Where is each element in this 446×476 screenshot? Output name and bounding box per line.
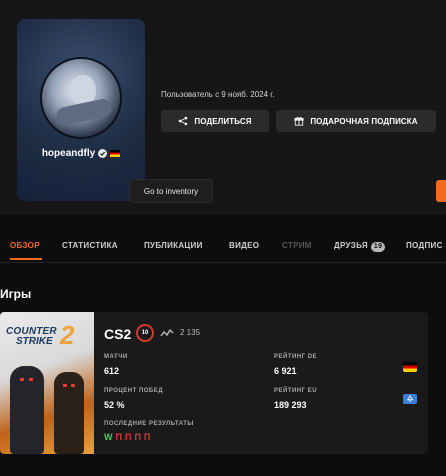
result-2: П [115, 432, 122, 442]
winrate-label: ПРОЦЕНТ ПОБЕД [104, 388, 164, 394]
tab-video[interactable]: ВИДЕО [229, 241, 259, 250]
inventory-tooltip[interactable]: Go to inventory [129, 179, 213, 203]
profile-tabs: ОБЗОР СТАТИСТИКА ПУБЛИКАЦИИ ВИДЕО СТРИМ … [0, 241, 446, 263]
share-icon [179, 116, 188, 126]
avatar[interactable] [40, 57, 122, 139]
flag-de-icon [110, 150, 121, 157]
flag-de-icon [403, 362, 417, 372]
username: hopeandfly [41, 148, 96, 159]
result-3: П [124, 432, 132, 442]
verified-icon [98, 149, 108, 158]
gift-icon [294, 116, 304, 126]
result-5: П [143, 432, 151, 442]
soldier-left [10, 366, 44, 454]
tab-overview[interactable]: ОБЗОР [10, 241, 40, 250]
skill-level-badge: 10 [136, 324, 154, 342]
share-button[interactable]: ПОДЕЛИТЬСЯ [161, 110, 269, 132]
active-tab-indicator [10, 258, 42, 260]
tab-publications[interactable]: ПУБЛИКАЦИИ [144, 241, 203, 250]
recent-results: W П П П П [104, 432, 150, 442]
rating-eu-label: РЕЙТИНГ EU [274, 388, 318, 394]
result-4: П [134, 432, 141, 442]
username-row: hopeandfly [17, 148, 145, 159]
rating-de-value: 6 921 [274, 366, 297, 376]
matches-label: МАТЧИ [104, 354, 128, 360]
game-name: CS2 [104, 326, 132, 342]
tab-stream[interactable]: СТРИМ [282, 241, 312, 250]
gift-subscription-button[interactable]: ПОДАРОЧНАЯ ПОДПИСКА [276, 110, 436, 132]
eu-region-icon [403, 394, 417, 404]
elo-value: 2 135 [180, 328, 201, 337]
share-label: ПОДЕЛИТЬСЯ [194, 116, 252, 126]
tabs-divider [0, 262, 446, 263]
elo-graph-icon [160, 328, 174, 337]
result-1: W [104, 432, 113, 442]
game-card-cs2[interactable]: COUNTER STRIKE 2 CS2 10 2 135 МАТЧИ 612 … [0, 312, 428, 454]
game-cover-image[interactable]: COUNTER STRIKE 2 [0, 312, 94, 454]
friends-count-badge: 19 [370, 242, 386, 252]
tab-statistics[interactable]: СТАТИСТИКА [62, 241, 118, 250]
avatar-card[interactable]: hopeandfly [17, 19, 145, 201]
matches-value: 612 [104, 366, 120, 376]
recent-results-label: ПОСЛЕДНИЕ РЕЗУЛЬТАТЫ [104, 421, 194, 427]
tab-friends[interactable]: ДРУЗЬЯ 19 [334, 241, 386, 252]
rating-eu-value: 189 293 [274, 400, 307, 410]
profile-header: hopeandfly Пользователь с 9 нояб. 2024 г… [0, 0, 446, 215]
winrate-value: 52 % [104, 400, 125, 410]
rating-de-label: РЕЙТИНГ DE [274, 354, 318, 360]
action-button-edge[interactable] [436, 180, 446, 202]
cover-text-2: 2 [60, 320, 75, 350]
gift-label: ПОДАРОЧНАЯ ПОДПИСКА [310, 116, 418, 126]
member-since: Пользователь с 9 нояб. 2024 г. [161, 90, 275, 99]
games-section-title: Игры [0, 287, 32, 301]
cover-text-strike: STRIKE [16, 336, 53, 347]
tab-friends-label: ДРУЗЬЯ [334, 241, 368, 250]
tab-subscriptions[interactable]: ПОДПИС [406, 241, 443, 250]
soldier-right [54, 372, 84, 454]
